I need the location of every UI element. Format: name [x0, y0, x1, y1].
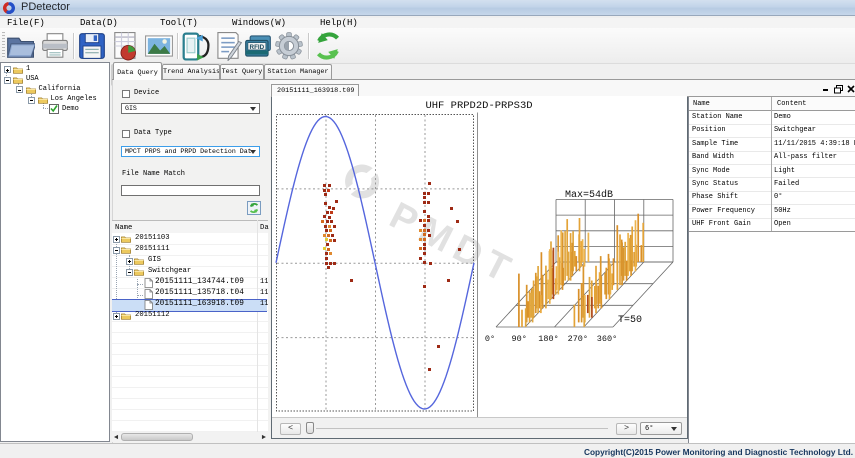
svg-text:T=50: T=50	[618, 315, 642, 326]
svg-text:360°: 360°	[597, 334, 617, 344]
svg-text:UHF PRPD2D-PRPS3D: UHF PRPD2D-PRPS3D	[425, 100, 532, 112]
svg-text:Max=54dB: Max=54dB	[565, 189, 613, 201]
svg-text:RFID: RFID	[250, 44, 265, 51]
svg-text:90°: 90°	[512, 334, 527, 344]
svg-text:0°: 0°	[485, 334, 495, 344]
svg-text:180°: 180°	[538, 334, 558, 344]
svg-text:270°: 270°	[568, 334, 588, 344]
